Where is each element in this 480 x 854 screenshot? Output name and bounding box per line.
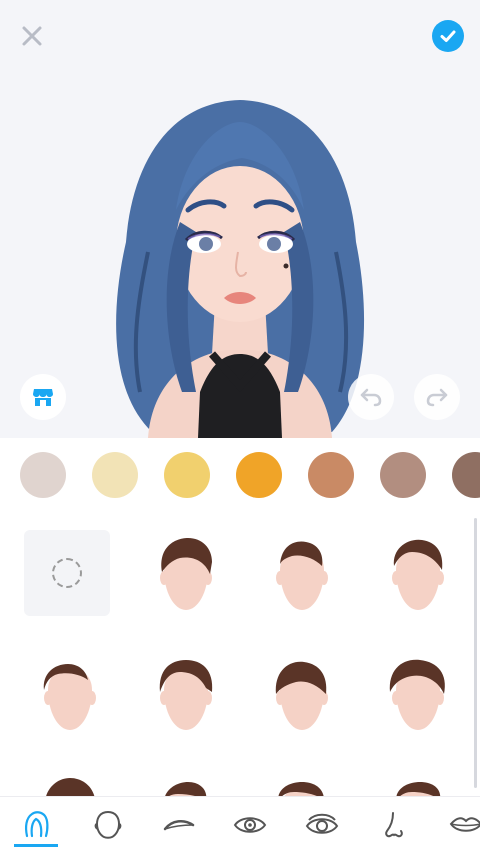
tab-hair[interactable] (14, 803, 58, 847)
avatar-image (116, 100, 365, 438)
eye-detail-icon (305, 813, 339, 834)
hair-style-7[interactable] (372, 650, 458, 736)
tab-face-shape[interactable] (86, 803, 130, 847)
hair-style-9[interactable] (140, 770, 226, 796)
hair-style-icon (396, 782, 441, 796)
eyebrow-icon (163, 820, 195, 831)
hair-style-4[interactable] (24, 650, 110, 736)
undo-button[interactable] (348, 374, 394, 420)
hair-style-10[interactable] (256, 770, 342, 796)
eye-icon (233, 817, 267, 833)
lips-icon (449, 817, 480, 832)
avatar-preview (0, 0, 480, 438)
color-swatch[interactable] (92, 452, 138, 498)
category-tab-bar (0, 796, 480, 854)
no-hair-option[interactable] (24, 530, 110, 616)
hair-color-picker (0, 438, 480, 514)
undo-icon (360, 388, 382, 407)
tab-eye-details[interactable] (300, 803, 344, 847)
redo-icon (426, 388, 448, 407)
grid-scrollbar[interactable] (474, 518, 477, 788)
hair-style-icon (160, 538, 212, 610)
nose-icon (385, 812, 403, 838)
hair-style-icon (165, 782, 207, 796)
color-swatch[interactable] (20, 452, 66, 498)
no-hair-icon (52, 558, 82, 588)
hair-style-6[interactable] (256, 650, 342, 736)
hair-style-icon (46, 778, 95, 796)
hair-style-grid (0, 514, 480, 796)
color-swatch[interactable] (236, 452, 282, 498)
hair-style-8[interactable] (24, 770, 110, 796)
store-button[interactable] (20, 374, 66, 420)
redo-button[interactable] (414, 374, 460, 420)
tab-eyebrows[interactable] (157, 803, 201, 847)
check-icon (440, 30, 456, 42)
hair-style-11[interactable] (372, 770, 458, 796)
hair-style-icon (392, 539, 444, 610)
confirm-button[interactable] (432, 20, 464, 52)
color-swatch[interactable] (452, 452, 480, 498)
close-x-icon (22, 26, 42, 46)
hair-style-2[interactable] (256, 530, 342, 616)
hair-style-3[interactable] (372, 530, 458, 616)
hair-style-icon (43, 664, 96, 730)
store-icon (33, 389, 53, 406)
hair-style-icon (276, 541, 328, 610)
color-swatch[interactable] (380, 452, 426, 498)
close-button[interactable] (16, 20, 48, 52)
tab-lips[interactable] (444, 803, 480, 847)
face-shape-icon (94, 810, 122, 839)
hair-style-1[interactable] (140, 530, 226, 616)
avatar-editor (0, 0, 480, 854)
hair-style-icon (278, 782, 324, 796)
hair-style-icon (275, 661, 328, 730)
hair-style-5[interactable] (140, 650, 226, 736)
tab-eyes[interactable] (228, 803, 272, 847)
hair-icon (24, 810, 49, 837)
hair-style-icon (159, 660, 213, 730)
color-swatch[interactable] (308, 452, 354, 498)
color-swatch[interactable] (164, 452, 210, 498)
tab-nose[interactable] (372, 803, 416, 847)
hair-style-icon (389, 659, 445, 730)
